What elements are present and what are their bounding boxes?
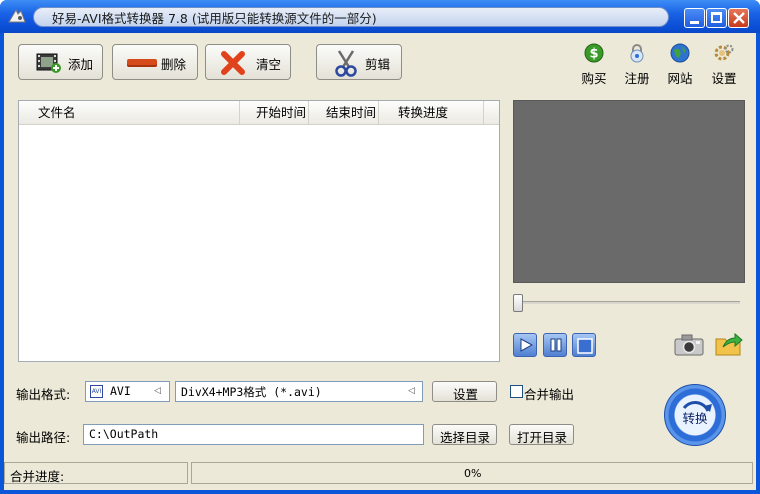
video-preview — [513, 100, 745, 283]
format-select[interactable]: AVI AVI ◁ — [85, 381, 170, 402]
globe-icon — [670, 43, 690, 63]
clear-button[interactable]: 清空 — [205, 44, 291, 80]
website-label: 网站 — [667, 71, 693, 86]
export-folder-icon[interactable] — [715, 330, 743, 357]
svg-text:$: $ — [589, 47, 598, 62]
client-area: 添加 删除 清空 剪辑 $ 购买 注册 网站 设置 文件名 开始时间 结束时间 … — [4, 33, 756, 490]
output-path-label: 输出路径: — [16, 430, 71, 445]
delete-button[interactable]: 删除 — [112, 44, 198, 80]
open-directory-button[interactable]: 打开目录 — [509, 424, 574, 445]
merge-output-checkbox[interactable] — [510, 385, 523, 398]
minimize-button[interactable] — [684, 8, 705, 28]
format-settings-label: 设置 — [453, 387, 479, 402]
output-path-field[interactable]: C:\OutPath — [83, 424, 424, 445]
pause-icon — [550, 338, 562, 352]
window-title: 好易-AVI格式转换器 7.8 (试用版只能转换源文件的一部分) — [52, 11, 377, 26]
profile-value: DivX4+MP3格式 (*.avi) — [181, 385, 322, 399]
lock-icon — [630, 44, 644, 63]
delete-label: 删除 — [161, 57, 187, 72]
title-bar[interactable]: 好易-AVI格式转换器 7.8 (试用版只能转换源文件的一部分) — [0, 0, 760, 33]
seek-track[interactable] — [515, 301, 740, 304]
file-list[interactable]: 文件名 开始时间 结束时间 转换进度 — [18, 100, 500, 362]
close-button[interactable] — [728, 8, 749, 28]
add-label: 添加 — [68, 57, 94, 72]
camera-icon[interactable] — [674, 333, 704, 357]
status-progress: 0% — [191, 462, 753, 484]
website-link[interactable]: 网站 — [660, 43, 700, 87]
cut-button[interactable]: 剪辑 — [316, 44, 402, 80]
app-icon[interactable] — [8, 8, 26, 24]
column-progress[interactable]: 转换进度 — [379, 101, 484, 124]
remove-bar-icon — [127, 59, 157, 67]
merge-progress-label: 合并进度: — [10, 469, 65, 484]
minimize-icon — [690, 21, 699, 24]
play-icon — [520, 338, 533, 352]
app-window: 好易-AVI格式转换器 7.8 (试用版只能转换源文件的一部分) 添加 删除 清… — [0, 0, 760, 494]
red-x-icon — [221, 51, 245, 75]
status-merge-progress: 合并进度: — [4, 462, 188, 484]
profile-select[interactable]: DivX4+MP3格式 (*.avi) ◁ — [175, 381, 423, 402]
convert-label: 转换 — [682, 411, 708, 426]
dollar-icon: $ — [584, 43, 604, 63]
convert-button[interactable]: 转换 — [664, 384, 726, 446]
progress-text: 0% — [464, 467, 482, 480]
maximize-icon — [711, 12, 722, 23]
stop-icon — [577, 338, 593, 354]
merge-output-label: 合并输出 — [524, 387, 575, 402]
choose-directory-label: 选择目录 — [440, 430, 491, 445]
output-path-value: C:\OutPath — [89, 427, 159, 441]
clear-label: 清空 — [256, 57, 282, 72]
column-start-time[interactable]: 开始时间 — [240, 101, 309, 124]
avi-file-icon: AVI — [90, 385, 103, 398]
register-link[interactable]: 注册 — [617, 43, 657, 87]
dropdown-arrow-icon: ◁ — [408, 386, 415, 396]
scissors-icon — [335, 50, 357, 77]
file-list-header: 文件名 开始时间 结束时间 转换进度 — [19, 101, 499, 125]
output-format-label: 输出格式: — [16, 387, 71, 402]
add-button[interactable]: 添加 — [18, 44, 103, 80]
column-file-name[interactable]: 文件名 — [19, 101, 240, 124]
column-end-time[interactable]: 结束时间 — [309, 101, 379, 124]
settings-label: 设置 — [711, 71, 737, 86]
maximize-button[interactable] — [706, 8, 727, 28]
choose-directory-button[interactable]: 选择目录 — [432, 424, 497, 445]
format-settings-button[interactable]: 设置 — [432, 381, 497, 402]
close-icon — [733, 12, 745, 24]
pause-button[interactable] — [543, 333, 567, 357]
buy-label: 购买 — [581, 71, 607, 86]
register-label: 注册 — [624, 71, 650, 86]
settings-link[interactable]: 设置 — [704, 43, 744, 87]
seek-slider-thumb[interactable] — [513, 294, 523, 312]
gear-icon — [714, 44, 734, 61]
cut-label: 剪辑 — [365, 57, 391, 72]
open-directory-label: 打开目录 — [517, 430, 568, 445]
play-button[interactable] — [513, 333, 537, 357]
buy-link[interactable]: $ 购买 — [574, 43, 614, 87]
format-value: AVI — [110, 384, 131, 398]
stop-button[interactable] — [572, 333, 596, 357]
dropdown-arrow-icon: ◁ — [154, 386, 161, 396]
film-add-icon — [36, 53, 61, 73]
